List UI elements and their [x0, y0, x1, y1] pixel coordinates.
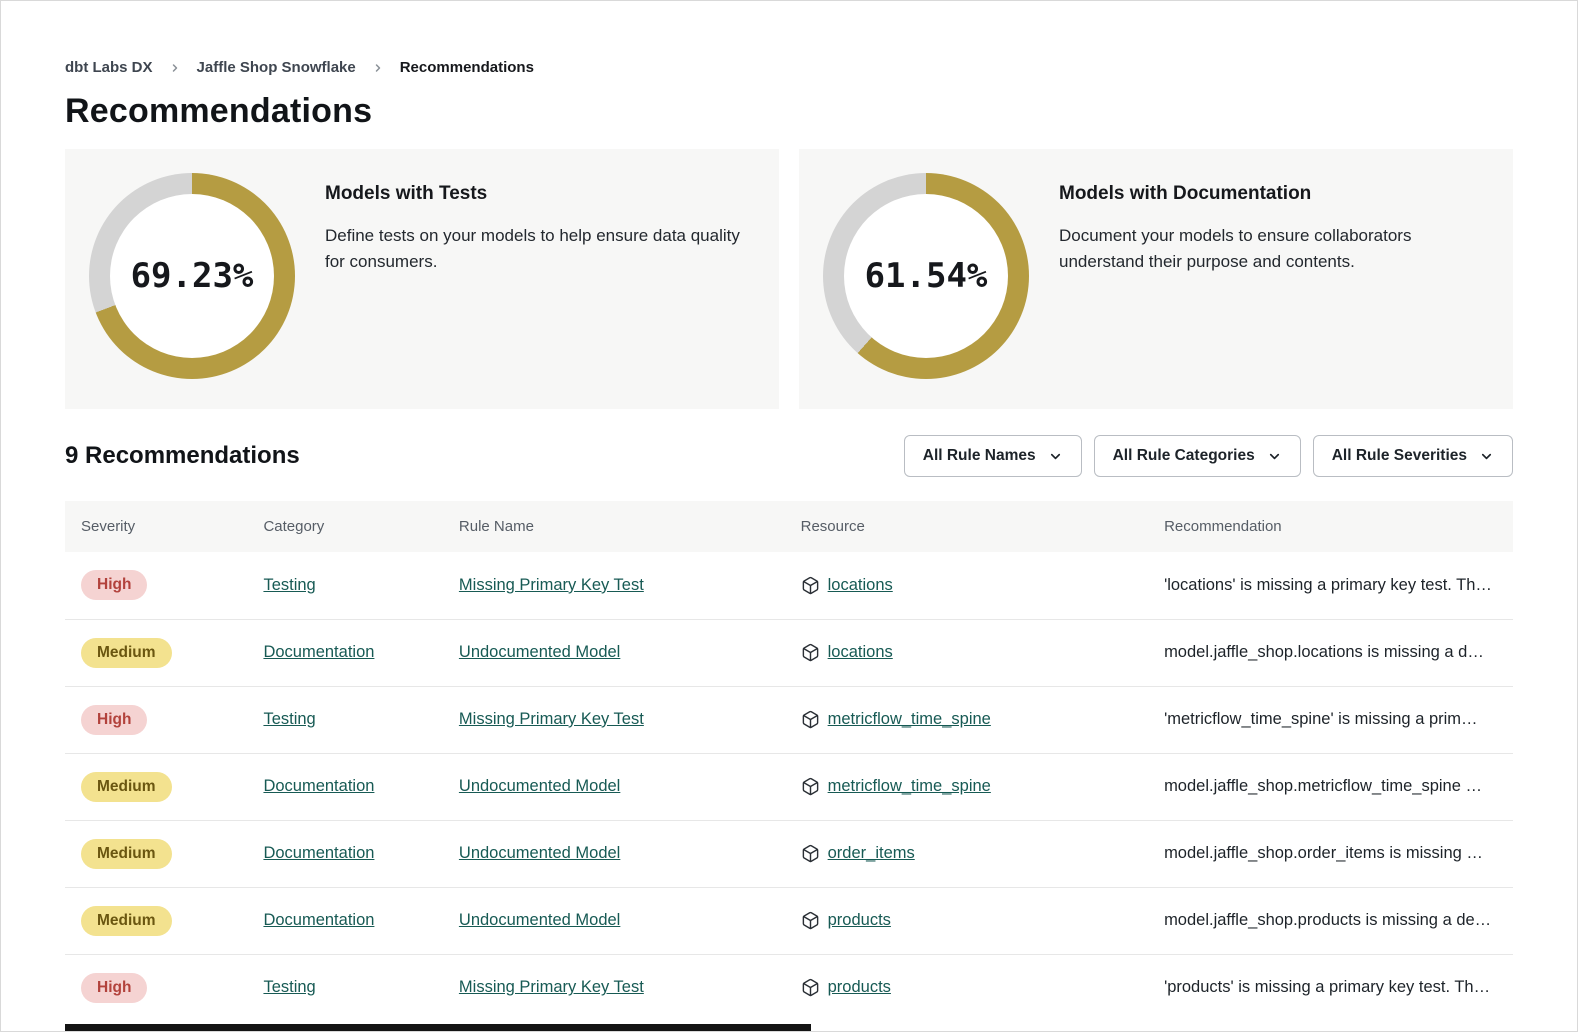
resource-link[interactable]: order_items [828, 844, 915, 863]
severity-badge: High [81, 570, 147, 600]
breadcrumb-item-dbt-labs-dx[interactable]: dbt Labs DX [65, 59, 153, 76]
resource-link[interactable]: metricflow_time_spine [828, 710, 991, 729]
horizontal-scrollbar[interactable] [65, 1024, 811, 1031]
severity-badge: Medium [81, 772, 172, 802]
recommendation-text: model.jaffle_shop.products is missing a … [1148, 887, 1513, 954]
table-row: Medium Documentation Undocumented Model … [65, 887, 1513, 954]
table-row: High Testing Missing Primary Key Test pr… [65, 954, 1513, 1021]
chevron-down-icon [1267, 449, 1282, 464]
rule-name-link[interactable]: Undocumented Model [459, 844, 620, 862]
card-title: Models with Documentation [1059, 183, 1489, 205]
models-with-tests-donut-chart: 69.23% [89, 173, 295, 379]
column-header-category: Category [247, 501, 442, 552]
package-cube-icon [801, 643, 820, 662]
recommendations-table: Severity Category Rule Name Resource Rec… [65, 501, 1513, 1021]
column-header-rule-name: Rule Name [443, 501, 785, 552]
rule-name-link[interactable]: Missing Primary Key Test [459, 978, 644, 996]
resource-link[interactable]: products [828, 978, 891, 997]
severity-badge: Medium [81, 906, 172, 936]
rule-name-link[interactable]: Undocumented Model [459, 777, 620, 795]
recommendation-text: 'metricflow_time_spine' is missing a pri… [1148, 686, 1513, 753]
chevron-down-icon [1479, 449, 1494, 464]
severity-badge: High [81, 973, 147, 1003]
filter-label: All Rule Names [923, 447, 1036, 465]
recommendation-text: model.jaffle_shop.metricflow_time_spine … [1148, 753, 1513, 820]
category-link[interactable]: Testing [263, 576, 315, 594]
resource-link[interactable]: locations [828, 643, 893, 662]
category-link[interactable]: Documentation [263, 844, 374, 862]
models-with-tests-card: 69.23% Models with Tests Define tests on… [65, 149, 779, 409]
column-header-recommendation: Recommendation [1148, 501, 1513, 552]
resource-link[interactable]: products [828, 911, 891, 930]
models-with-documentation-card: 61.54% Models with Documentation Documen… [799, 149, 1513, 409]
page-title: Recommendations [65, 92, 1513, 131]
package-cube-icon [801, 710, 820, 729]
category-link[interactable]: Testing [263, 710, 315, 728]
severity-badge: Medium [81, 638, 172, 668]
package-cube-icon [801, 911, 820, 930]
severity-badge: High [81, 705, 147, 735]
recommendation-text: 'locations' is missing a primary key tes… [1148, 552, 1513, 619]
rule-name-link[interactable]: Missing Primary Key Test [459, 710, 644, 728]
rule-categories-filter-dropdown[interactable]: All Rule Categories [1094, 435, 1301, 477]
rule-name-link[interactable]: Undocumented Model [459, 643, 620, 661]
category-link[interactable]: Testing [263, 978, 315, 996]
table-row: High Testing Missing Primary Key Test me… [65, 686, 1513, 753]
card-title: Models with Tests [325, 183, 755, 205]
category-link[interactable]: Documentation [263, 777, 374, 795]
rule-severities-filter-dropdown[interactable]: All Rule Severities [1313, 435, 1513, 477]
package-cube-icon [801, 777, 820, 796]
recommendation-text: model.jaffle_shop.locations is missing a… [1148, 619, 1513, 686]
chevron-right-icon [372, 62, 384, 74]
rule-name-link[interactable]: Undocumented Model [459, 911, 620, 929]
recommendations-page: dbt Labs DX Jaffle Shop Snowflake Recomm… [0, 0, 1578, 1032]
rule-names-filter-dropdown[interactable]: All Rule Names [904, 435, 1082, 477]
category-link[interactable]: Documentation [263, 643, 374, 661]
rule-name-link[interactable]: Missing Primary Key Test [459, 576, 644, 594]
chevron-right-icon [169, 62, 181, 74]
models-with-documentation-donut-chart: 61.54% [823, 173, 1029, 379]
models-with-tests-percentage: 69.23% [131, 256, 254, 296]
filters: All Rule Names All Rule Categories All R… [904, 435, 1513, 477]
column-header-resource: Resource [785, 501, 1148, 552]
table-header-row: Severity Category Rule Name Resource Rec… [65, 501, 1513, 552]
resource-link[interactable]: metricflow_time_spine [828, 777, 991, 796]
resource-link[interactable]: locations [828, 576, 893, 595]
severity-badge: Medium [81, 839, 172, 869]
chevron-down-icon [1048, 449, 1063, 464]
card-description: Define tests on your models to help ensu… [325, 223, 755, 276]
recommendation-text: 'products' is missing a primary key test… [1148, 954, 1513, 1021]
breadcrumb-item-project[interactable]: Jaffle Shop Snowflake [197, 59, 356, 76]
column-header-severity: Severity [65, 501, 247, 552]
breadcrumb: dbt Labs DX Jaffle Shop Snowflake Recomm… [65, 59, 1513, 76]
table-row: Medium Documentation Undocumented Model … [65, 753, 1513, 820]
package-cube-icon [801, 978, 820, 997]
donut-hole: 69.23% [110, 194, 274, 358]
table-row: High Testing Missing Primary Key Test lo… [65, 552, 1513, 619]
table-row: Medium Documentation Undocumented Model … [65, 619, 1513, 686]
package-cube-icon [801, 844, 820, 863]
package-cube-icon [801, 576, 820, 595]
recommendations-count: 9 Recommendations [65, 442, 300, 470]
models-with-documentation-percentage: 61.54% [865, 256, 988, 296]
stat-cards: 69.23% Models with Tests Define tests on… [65, 149, 1513, 409]
filter-label: All Rule Categories [1113, 447, 1255, 465]
category-link[interactable]: Documentation [263, 911, 374, 929]
donut-hole: 61.54% [844, 194, 1008, 358]
breadcrumb-item-recommendations: Recommendations [400, 59, 534, 76]
table-row: Medium Documentation Undocumented Model … [65, 820, 1513, 887]
filter-label: All Rule Severities [1332, 447, 1467, 465]
card-description: Document your models to ensure collabora… [1059, 223, 1489, 276]
recommendation-text: model.jaffle_shop.order_items is missing… [1148, 820, 1513, 887]
